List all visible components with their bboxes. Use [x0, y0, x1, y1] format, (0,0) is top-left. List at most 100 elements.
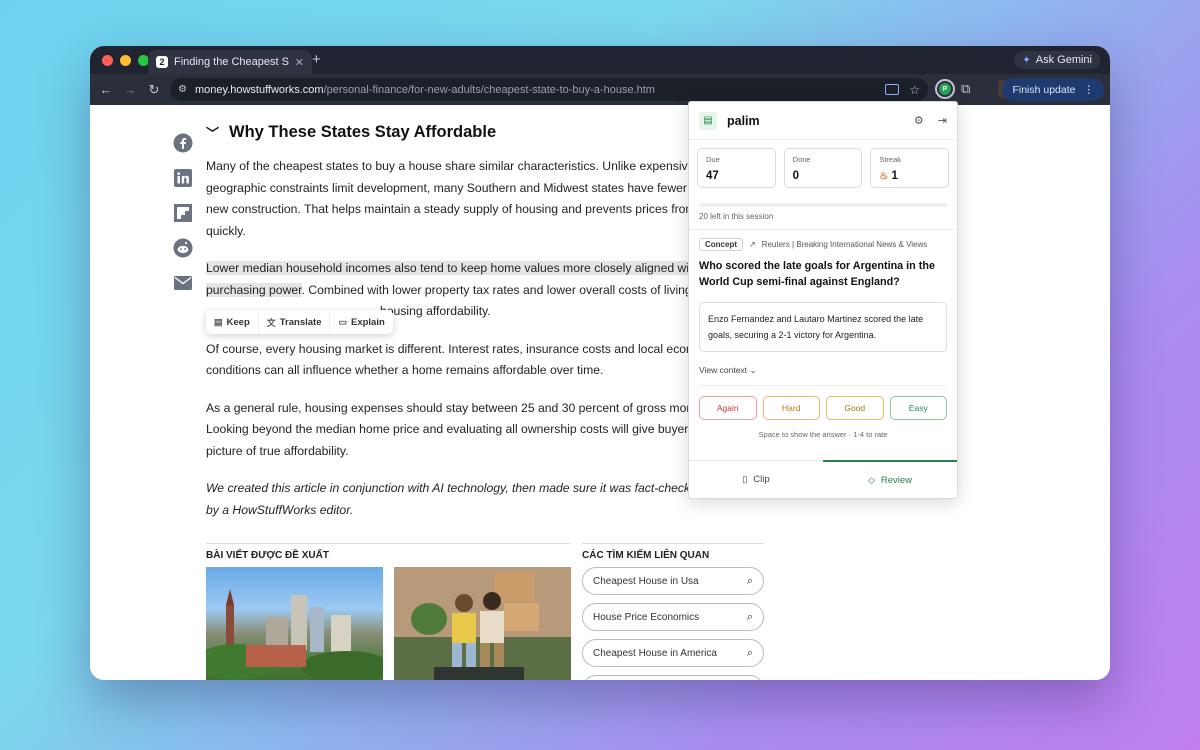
- paragraph-line: Looking beyond the median home price and…: [206, 422, 695, 436]
- palim-popup: ▤ palim ⚙ ⇥ Due 47 Done 0 Streak ♨ 1 20 …: [688, 101, 958, 499]
- new-tab-button[interactable]: +: [312, 51, 321, 68]
- section-title: Why These States Stay Affordable: [229, 123, 497, 141]
- paragraph-4: As a general rule, housing expenses shou…: [206, 398, 706, 463]
- gemini-star-icon: ✦: [1022, 54, 1031, 66]
- paragraph-line: As a general rule, housing expenses shou…: [206, 400, 694, 415]
- close-window-button[interactable]: [102, 55, 113, 66]
- popup-header: ▤ palim ⚙ ⇥: [689, 102, 957, 140]
- rate-hard-button[interactable]: Hard: [762, 396, 820, 420]
- popup-header-actions: ⚙ ⇥: [914, 114, 947, 127]
- paragraph-line: Many of the cheapest states to buy a hou…: [206, 159, 695, 173]
- linkedin-icon[interactable]: [173, 168, 193, 188]
- paragraph-line: geographic constraints limit development…: [206, 180, 687, 195]
- related-search-item[interactable]: Cheapest House in America ⌕: [582, 639, 764, 667]
- stats-row: Due 47 Done 0 Streak ♨ 1: [689, 140, 957, 188]
- search-icon: ⌕: [746, 574, 753, 587]
- email-icon[interactable]: [173, 273, 193, 293]
- browser-tab[interactable]: 2 Finding the Cheapest State to Buy a Ho…: [148, 50, 312, 74]
- stat-streak-label: Streak: [879, 155, 902, 164]
- chat-bubble-icon: ▭: [338, 316, 347, 327]
- search-icon: ⌕: [746, 646, 753, 659]
- related-search-item[interactable]: Cheapest House in Usa ⌕: [582, 567, 764, 595]
- keep-button[interactable]: ▤ Keep: [206, 310, 259, 334]
- more-menu-icon[interactable]: ⋮: [1084, 84, 1095, 96]
- paragraph-1: Many of the cheapest states to buy a hou…: [206, 156, 706, 242]
- nav-buttons: ← → ↻: [94, 82, 166, 98]
- reload-icon[interactable]: ↻: [142, 82, 166, 98]
- bookmark-star-icon[interactable]: ☆: [909, 83, 920, 97]
- browser-window: 2 Finding the Cheapest State to Buy a Ho…: [90, 46, 1110, 680]
- stat-due-label: Due: [706, 155, 720, 164]
- chevron-down-icon: ⌄: [749, 365, 757, 375]
- settings-gear-icon[interactable]: ⚙: [914, 114, 924, 127]
- card-source[interactable]: Reuters | Breaking International News & …: [762, 240, 928, 249]
- card-meta: Concept ↗ Reuters | Breaking Internation…: [689, 230, 957, 251]
- external-link-icon[interactable]: ↗: [749, 240, 756, 249]
- cast-icon[interactable]: [885, 84, 900, 95]
- palim-logo-icon: ▤: [699, 111, 717, 130]
- forward-arrow-icon[interactable]: →: [118, 82, 142, 98]
- paragraph-line: We created this article in conjunction w…: [206, 481, 691, 495]
- finish-update-label: Finish update: [1012, 83, 1076, 96]
- ask-gemini-button[interactable]: ✦ Ask Gemini: [1014, 51, 1100, 69]
- related-search-item[interactable]: House Price Economics ⌕: [582, 603, 764, 631]
- extensions-puzzle-icon[interactable]: ⧉: [961, 81, 970, 97]
- stat-streak-value: 1: [891, 170, 898, 182]
- paragraph-line: picture of true affordability.: [206, 443, 349, 458]
- flashcard-answer: Enzo Fernandez and Lautaro Martinez scor…: [699, 302, 947, 352]
- explain-label: Explain: [351, 316, 385, 328]
- explain-button[interactable]: ▭ Explain: [330, 310, 392, 334]
- recommended-article-image-couple[interactable]: [394, 567, 571, 680]
- paragraph-line: conditions can all influence whether a h…: [206, 363, 604, 377]
- tab-title: Finding the Cheapest State to Buy a Hous…: [174, 56, 289, 68]
- address-bar[interactable]: ⚙ money.howstuffworks.com/personal-finan…: [170, 78, 928, 101]
- translate-button[interactable]: 文 Translate: [259, 310, 331, 334]
- address-bar-actions: ☆: [885, 83, 920, 97]
- stat-streak: Streak ♨ 1: [870, 148, 950, 188]
- section-heading[interactable]: ﹀ Why These States Stay Affordable: [206, 123, 706, 142]
- tab-clip-label: Clip: [753, 474, 770, 485]
- rating-buttons: Again Hard Good Easy: [689, 386, 957, 420]
- flipboard-icon[interactable]: [173, 203, 193, 223]
- rate-easy-button[interactable]: Easy: [889, 396, 947, 420]
- reddit-icon[interactable]: [173, 238, 193, 258]
- recommended-article-image-city[interactable]: [206, 567, 383, 680]
- tab-review-label: Review: [880, 474, 913, 486]
- translate-icon: 文: [266, 317, 276, 328]
- tab-clip[interactable]: ▯ Clip: [689, 461, 823, 498]
- facebook-icon[interactable]: [173, 133, 193, 153]
- paragraph-line: by a HowStuffWorks editor.: [206, 502, 354, 517]
- tab-favicon-icon: 2: [156, 56, 168, 68]
- minimize-window-button[interactable]: [120, 55, 131, 66]
- paragraph-line: . Combined with lower property tax rates…: [301, 282, 692, 297]
- rate-again-button[interactable]: Again: [699, 396, 757, 420]
- back-arrow-icon[interactable]: ←: [94, 82, 118, 98]
- rate-good-button[interactable]: Good: [826, 396, 884, 420]
- related-search-label: Cheapest House in America: [593, 647, 717, 659]
- logout-icon[interactable]: ⇥: [938, 114, 947, 127]
- url-text: money.howstuffworks.com/personal-finance…: [195, 84, 655, 96]
- site-info-icon[interactable]: ⚙: [178, 84, 187, 95]
- palim-extension-button[interactable]: P: [935, 79, 955, 99]
- paragraph-3: Of course, every housing market is diffe…: [206, 339, 706, 382]
- paragraph-line: new construction. That helps maintain a …: [206, 202, 696, 216]
- tab-strip: 2 Finding the Cheapest State to Buy a Ho…: [90, 46, 1110, 74]
- close-tab-icon[interactable]: ✕: [295, 56, 304, 69]
- view-context-toggle[interactable]: View context ⌄: [689, 352, 957, 376]
- session-remaining-text: 20 left in this session: [699, 212, 774, 221]
- chevron-down-icon: ﹀: [206, 126, 220, 141]
- popup-tabs: ▯ Clip ◇ Review: [689, 460, 957, 498]
- tab-review[interactable]: ◇ Review: [823, 460, 957, 498]
- related-search-item[interactable]: [582, 675, 764, 680]
- stat-done-value: 0: [792, 170, 800, 182]
- stat-done: Done 0: [783, 148, 863, 188]
- ai-disclaimer: We created this article in conjunction w…: [206, 478, 706, 521]
- paragraph-line: quickly.: [206, 223, 246, 238]
- selection-toolbar: ▤ Keep 文 Translate ▭ Explain: [206, 310, 393, 334]
- finish-update-button[interactable]: Finish update ⋮: [1002, 78, 1104, 101]
- translate-label: Translate: [279, 316, 322, 328]
- search-icon: ⌕: [746, 610, 753, 623]
- selected-text: Lower median household incomes also tend…: [206, 261, 690, 275]
- social-share-bar: [173, 133, 193, 293]
- related-searches-title: CÁC TÌM KIẾM LIÊN QUAN: [582, 543, 764, 561]
